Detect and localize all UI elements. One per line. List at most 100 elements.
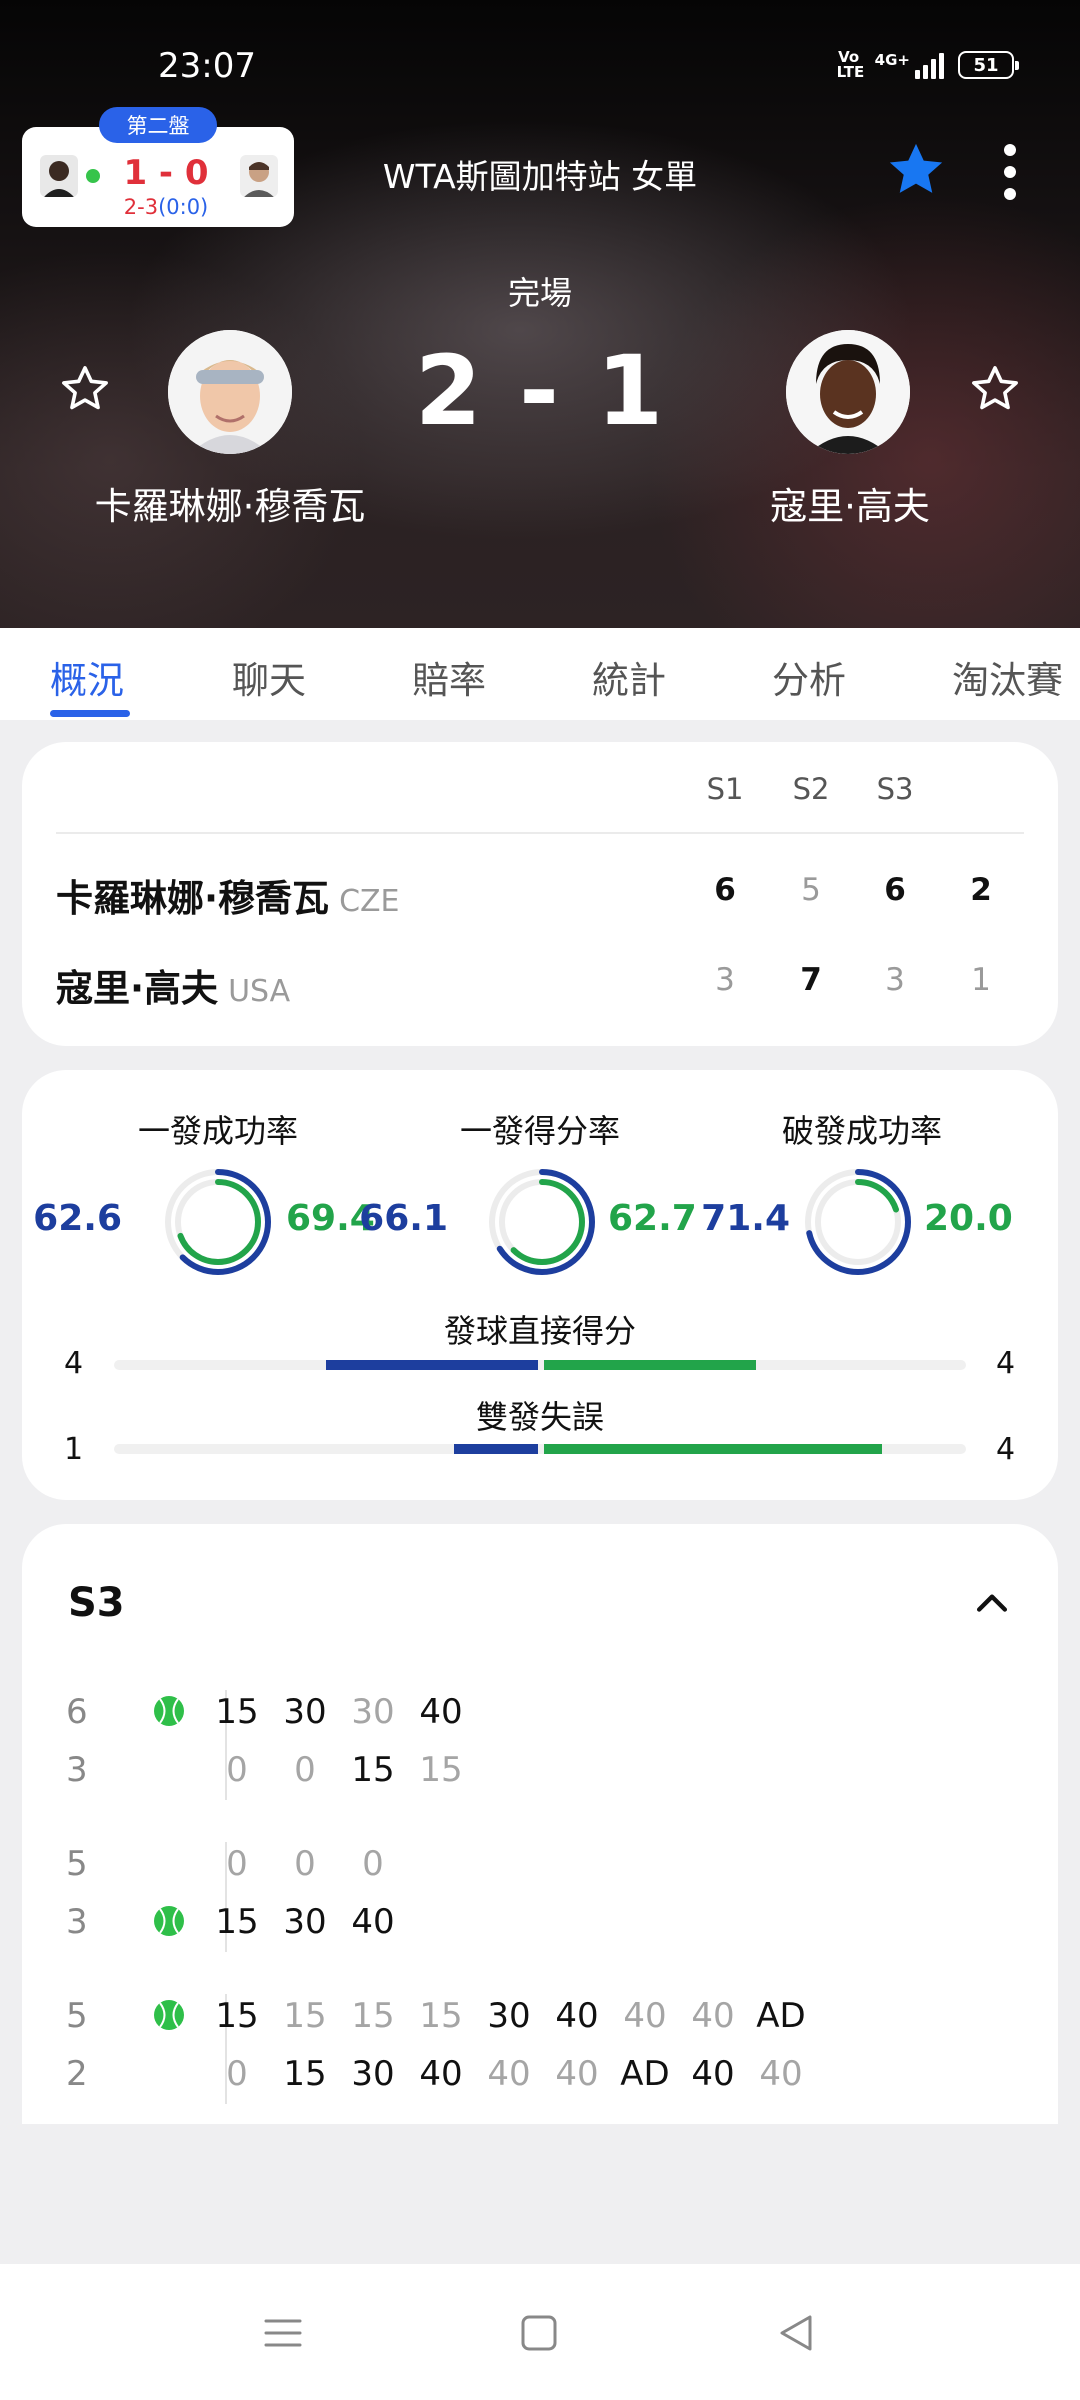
- point-score: 40: [419, 2054, 463, 2094]
- country-code: USA: [228, 974, 291, 1009]
- point-score: 15: [351, 1750, 395, 1790]
- point-score: 30: [351, 2054, 395, 2094]
- set-score: 6: [884, 872, 906, 908]
- stat-value-home: 62.6: [33, 1198, 122, 1239]
- point-score: 40: [691, 2054, 735, 2094]
- stat-value-home: 71.4: [701, 1198, 790, 1239]
- bar-stat-away: 4: [996, 1346, 1016, 1381]
- point-score: 40: [623, 1996, 667, 2036]
- bar-fill-away: [544, 1444, 882, 1454]
- competition-title[interactable]: WTA斯圖加特站 女單: [300, 150, 780, 198]
- game-score-home: 5: [66, 1996, 88, 2036]
- point-score: 40: [351, 1902, 395, 1942]
- point-score: 40: [555, 2054, 599, 2094]
- bar-fill-home: [454, 1444, 538, 1454]
- battery-icon: 51: [958, 51, 1019, 79]
- more-vertical-icon[interactable]: [996, 140, 1024, 204]
- live-mini-score-card[interactable]: 第二盤 1 - 0 2-3(0:0): [22, 107, 294, 227]
- tab-statistics[interactable]: 統計: [592, 650, 666, 704]
- match-status: 完場: [507, 274, 572, 312]
- bar-track: [114, 1360, 966, 1370]
- set-score: 6: [714, 872, 736, 908]
- point-score: 0: [226, 2054, 248, 2094]
- mini-score: 1 - 0: [123, 153, 209, 193]
- game-score-away: 3: [66, 1902, 88, 1942]
- player-avatar-away[interactable]: [786, 330, 910, 454]
- signal-icon: 4G+: [875, 51, 944, 79]
- bar-stat-away: 4: [996, 1432, 1016, 1467]
- key-stats-card: 一發成功率 62.6 69.4 一發得分率 66.1 62.7 破發成功率 71…: [22, 1070, 1058, 1500]
- network-type: 4G+: [874, 51, 910, 69]
- point-score: 0: [294, 1750, 316, 1790]
- tennis-ball-icon: [154, 1906, 184, 1936]
- set-title: S3: [68, 1580, 125, 1626]
- game-score-home: 6: [66, 1692, 88, 1732]
- menu-icon[interactable]: [258, 2308, 308, 2358]
- mini-avatar-right: [240, 155, 278, 197]
- stat-value-home: 66.1: [359, 1198, 448, 1239]
- stat-label: 一發得分率: [459, 1112, 620, 1150]
- star-outline-icon[interactable]: [58, 362, 112, 416]
- point-by-point-card: S3 6 3 15 30 30 40 0 0 15 15 5 3 0 0 0 1…: [22, 1524, 1058, 2124]
- point-score: 0: [226, 1844, 248, 1884]
- battery-level: 51: [973, 54, 999, 76]
- player-name-away[interactable]: 寇里·高夫: [660, 476, 1040, 530]
- set-score: 3: [715, 962, 735, 998]
- stat-value-away: 20.0: [924, 1198, 1013, 1239]
- star-filled-icon[interactable]: [884, 138, 948, 202]
- tab-overview[interactable]: 概況: [50, 650, 124, 704]
- stat-label: 破發成功率: [781, 1112, 942, 1150]
- tab-active-indicator: [50, 710, 130, 717]
- point-score: 0: [362, 1844, 384, 1884]
- point-score: 0: [294, 1844, 316, 1884]
- scoreboard-player-away[interactable]: 寇里·高夫 USA: [56, 958, 290, 1012]
- set-score: 5: [801, 872, 821, 908]
- point-score: 30: [351, 1692, 395, 1732]
- point-score: 30: [487, 1996, 531, 2036]
- scoreboard-player-home[interactable]: 卡羅琳娜·穆喬瓦 CZE: [56, 868, 400, 922]
- point-score: 40: [555, 1996, 599, 2036]
- point-score: 15: [215, 1692, 259, 1732]
- total-sets: 2: [970, 872, 992, 908]
- tab-analysis[interactable]: 分析: [772, 650, 846, 704]
- bar-stat-label: 雙發失誤: [475, 1398, 604, 1436]
- player-name-home[interactable]: 卡羅琳娜·穆喬瓦: [40, 476, 420, 530]
- tab-odds[interactable]: 賠率: [412, 650, 486, 704]
- chevron-up-icon[interactable]: [970, 1582, 1014, 1626]
- set-scoreboard-card: S1 S2 S3 卡羅琳娜·穆喬瓦 CZE 6 5 6 2 寇里·高夫 USA 3 …: [22, 742, 1058, 1046]
- ring-chart: [805, 1169, 911, 1275]
- home-square-icon[interactable]: [514, 2308, 564, 2358]
- volte-icon: Vo LTE: [836, 48, 865, 81]
- scoreboard-name: 卡羅琳娜·穆喬瓦: [56, 877, 330, 920]
- tab-chat[interactable]: 聊天: [232, 650, 306, 704]
- serving-indicator: [86, 169, 100, 183]
- game-score-away: 3: [66, 1750, 88, 1790]
- point-score: 15: [215, 1902, 259, 1942]
- country-code: CZE: [339, 884, 400, 919]
- set-score: 3: [885, 962, 905, 998]
- ring-chart: [489, 1169, 595, 1275]
- ring-chart: [165, 1169, 271, 1275]
- status-time: 23:07: [158, 46, 256, 86]
- back-triangle-icon[interactable]: [772, 2308, 822, 2358]
- star-outline-icon[interactable]: [968, 362, 1022, 416]
- column-header-s3: S3: [876, 772, 914, 806]
- set-badge: 第二盤: [99, 107, 217, 143]
- tab-knockout[interactable]: 淘汰賽: [952, 650, 1063, 704]
- column-header-s1: S1: [706, 772, 744, 806]
- mini-sub-points: (0:0): [158, 195, 209, 219]
- point-score: 15: [351, 1996, 395, 2036]
- set-score: 7: [800, 962, 822, 998]
- point-score: 40: [759, 2054, 803, 2094]
- total-sets: 1: [971, 962, 991, 998]
- mini-sub-score: 2-3(0:0): [100, 195, 232, 219]
- point-score: AD: [756, 1996, 806, 2036]
- system-navigation-bar: [0, 2264, 1080, 2400]
- player-avatar-home[interactable]: [168, 330, 292, 454]
- point-score: 0: [226, 1750, 248, 1790]
- tennis-ball-icon: [154, 2000, 184, 2030]
- game-score-home: 5: [66, 1844, 88, 1884]
- point-score: 15: [283, 1996, 327, 2036]
- bar-stat-home: 4: [64, 1346, 84, 1381]
- bar-fill-away: [544, 1360, 756, 1370]
